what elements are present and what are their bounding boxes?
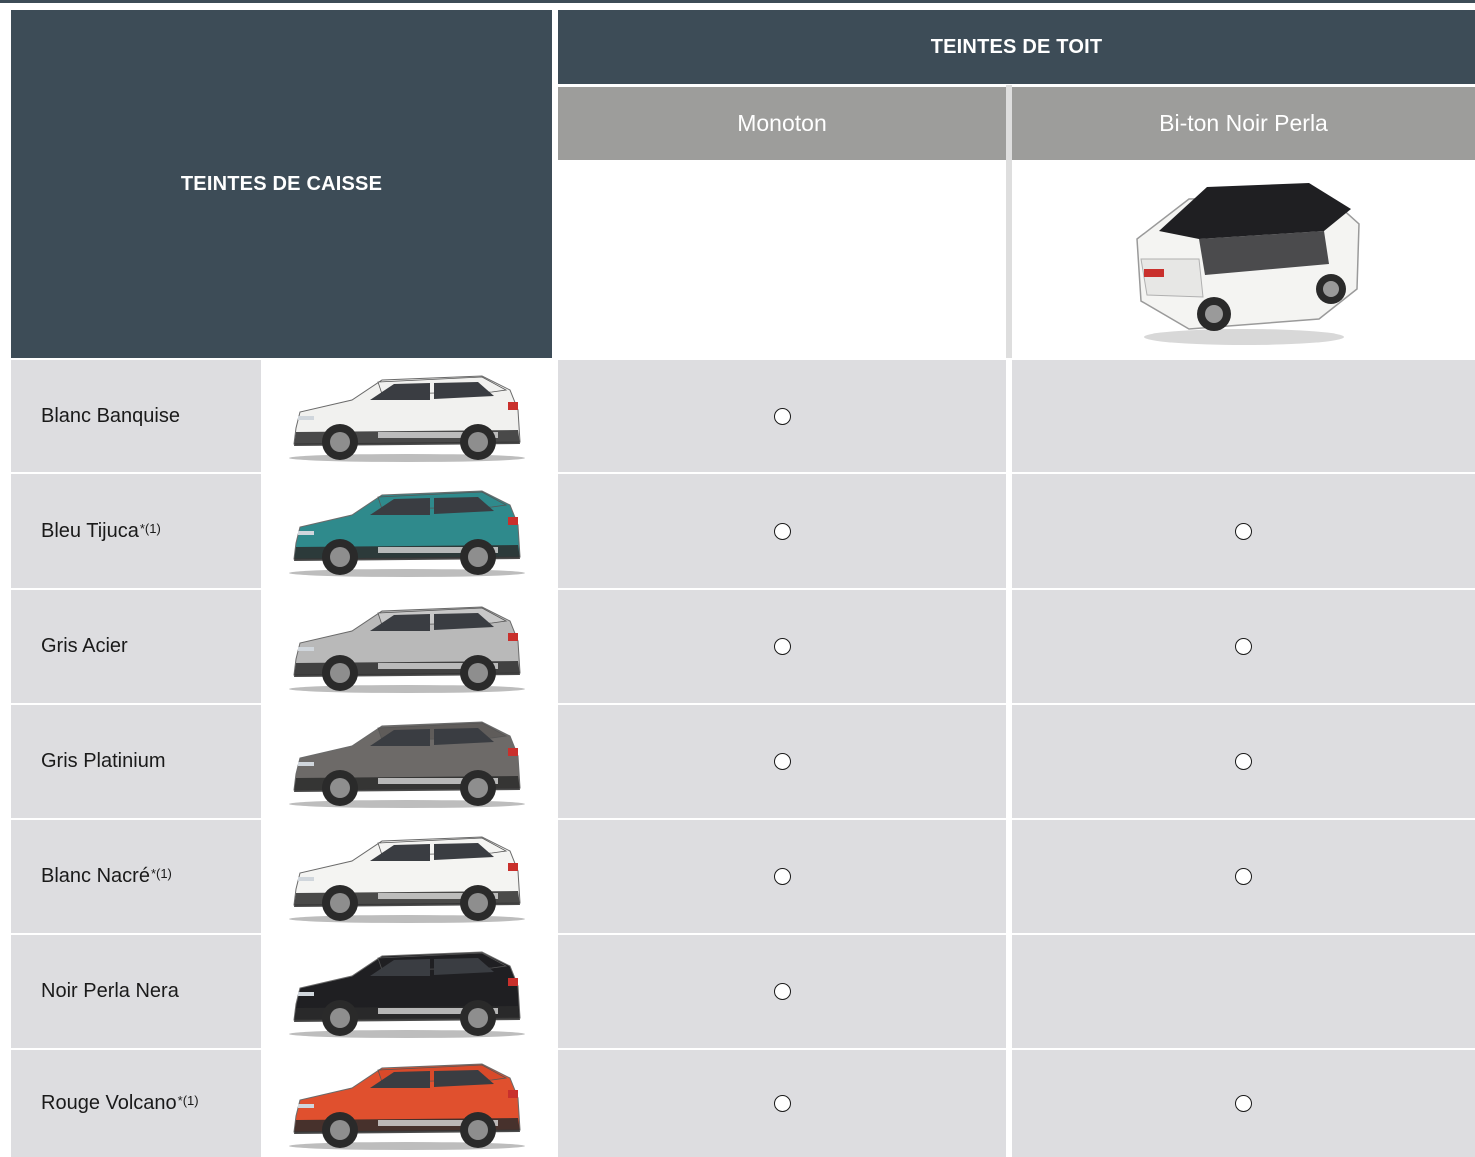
row-biton-cell	[1012, 474, 1475, 588]
row-monoton-cell	[558, 935, 1006, 1048]
header-body-colors: TEINTES DE CAISSE	[11, 10, 552, 358]
circle-outline-icon	[773, 407, 791, 425]
circle-outline-icon	[773, 1095, 791, 1112]
car-side-view-icon	[289, 1062, 525, 1150]
row-car-image	[262, 820, 552, 933]
row-biton-cell	[1012, 360, 1475, 472]
circle-outline-icon	[773, 868, 791, 885]
row-name: Noir Perla Nera	[41, 980, 179, 1002]
header-biton: Bi-ton Noir Perla	[1012, 87, 1475, 160]
row-car-image	[262, 590, 552, 703]
row-car-image	[262, 1050, 552, 1157]
row-name: Gris Platinium	[41, 750, 166, 772]
header-monoton: Monoton	[558, 87, 1006, 160]
row-biton-cell	[1012, 1050, 1475, 1157]
car-side-view-icon	[289, 835, 525, 923]
row-car-image	[262, 474, 552, 588]
circle-outline-icon	[1235, 753, 1252, 770]
circle-outline-icon	[773, 983, 791, 1000]
row-name-cell: Rouge Volcano *(1)	[11, 1050, 261, 1157]
row-biton-cell	[1012, 705, 1475, 818]
top-rule	[0, 0, 1475, 3]
row-name-cell: Noir Perla Nera	[11, 935, 261, 1048]
row-footnote: *(1)	[139, 520, 161, 536]
car-side-view-icon	[289, 490, 525, 577]
header-roof-colors: TEINTES DE TOIT	[558, 10, 1475, 84]
row-name-cell: Blanc Banquise	[11, 360, 261, 472]
row-biton-cell	[1012, 935, 1475, 1048]
car-side-view-icon	[289, 605, 525, 693]
row-name: Rouge Volcano	[41, 1092, 177, 1114]
row-car-image	[262, 705, 552, 818]
row-name-cell: Gris Platinium	[11, 705, 261, 818]
row-name-cell: Blanc Nacré *(1)	[11, 820, 261, 933]
header-monoton-label: Monoton	[737, 110, 827, 136]
row-monoton-cell	[558, 705, 1006, 818]
car-side-view-icon	[289, 375, 525, 462]
car-top-view-icon	[1135, 183, 1360, 345]
row-monoton-cell	[558, 1050, 1006, 1157]
row-name-cell: Gris Acier	[11, 590, 261, 703]
monoton-preview	[558, 160, 1006, 358]
biton-preview	[1012, 160, 1475, 358]
car-side-view-icon	[289, 950, 525, 1038]
row-footnote: *(1)	[177, 1093, 199, 1108]
row-footnote: *(1)	[150, 866, 172, 881]
circle-outline-icon	[1235, 638, 1252, 655]
row-monoton-cell	[558, 360, 1006, 472]
row-name: Bleu Tijuca	[41, 519, 139, 542]
circle-outline-icon	[773, 522, 791, 540]
row-name-cell: Bleu Tijuca *(1)	[11, 474, 261, 588]
circle-outline-icon	[1235, 1095, 1252, 1112]
row-name: Gris Acier	[41, 635, 128, 657]
row-monoton-cell	[558, 590, 1006, 703]
header-biton-label: Bi-ton Noir Perla	[1159, 110, 1328, 136]
row-monoton-cell	[558, 820, 1006, 933]
row-monoton-cell	[558, 474, 1006, 588]
row-name: Blanc Banquise	[41, 404, 180, 427]
car-side-view-icon	[289, 720, 525, 808]
header-body-colors-label: TEINTES DE CAISSE	[180, 172, 383, 195]
row-car-image	[262, 360, 552, 472]
row-car-image	[262, 935, 552, 1048]
circle-outline-icon	[773, 753, 791, 770]
circle-outline-icon	[1235, 522, 1252, 540]
circle-outline-icon	[773, 638, 791, 655]
circle-outline-icon	[1235, 868, 1252, 885]
row-biton-cell	[1012, 820, 1475, 933]
row-biton-cell	[1012, 590, 1475, 703]
header-roof-colors-label: TEINTES DE TOIT	[930, 35, 1103, 58]
row-name: Blanc Nacré	[41, 865, 150, 887]
